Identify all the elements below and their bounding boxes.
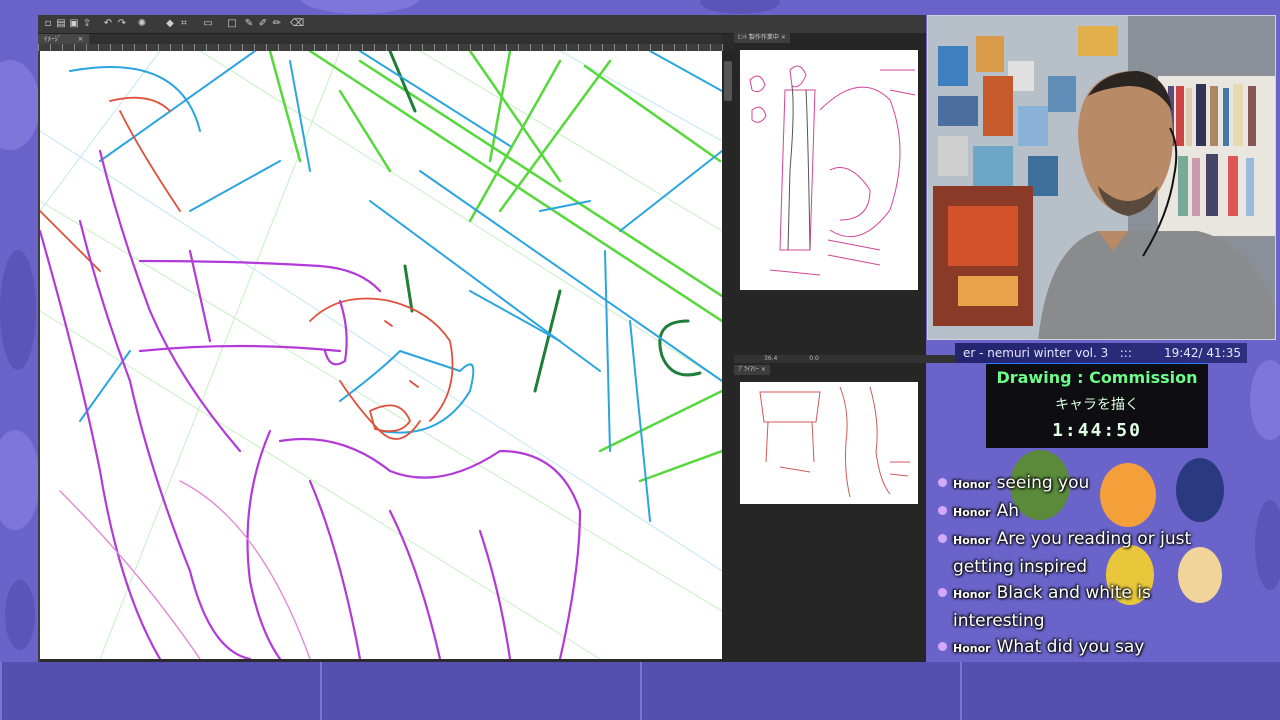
open-file-icon[interactable]: ▤ <box>55 18 67 30</box>
tab-reference-label: ﾋﾝﾄ 製作作業中 <box>738 34 779 41</box>
webcam-image <box>928 16 1275 339</box>
chat-username: Honor <box>953 642 991 655</box>
chat-text: Ah <box>996 501 1019 521</box>
drawing-canvas[interactable] <box>40 51 722 659</box>
scrollbar-thumb[interactable] <box>724 61 732 101</box>
chat-message: Honor Are you reading or just getting ins… <box>938 526 1238 580</box>
activity-label: Drawing : Commission <box>996 368 1198 387</box>
export-icon[interactable]: ⇪ <box>81 18 93 30</box>
close-icon[interactable]: × <box>78 35 84 43</box>
chat-username: Honor <box>953 506 991 519</box>
ruler-icon[interactable]: ▭ <box>202 18 214 30</box>
undo-icon[interactable]: ↶ <box>102 18 114 30</box>
chat-badge-icon <box>938 642 947 651</box>
chat-badge-icon <box>938 588 947 597</box>
pen-icon[interactable]: ✎ <box>243 18 255 30</box>
chat-username: Honor <box>953 534 991 547</box>
tab-canvas-label: ｲﾒｰｼﾞ <box>44 35 62 43</box>
angle-readout: 0.0 <box>809 355 819 362</box>
reference-panels: ﾋﾝﾄ 製作作業中 × 36.4 0.0 ﾌﾟﾗｲﾏﾘｰ × <box>734 33 956 662</box>
chat-message: Honor Black and white is interesting <box>938 580 1238 634</box>
drawing-app-window: ▫ ▤ ▣ ⇪ ↶ ↷ ✺ ◆ ⌗ ▭ □ ✎ ✐ ✏ ⌫ ｲﾒｰｼﾞ × ﾋﾝ… <box>38 15 956 662</box>
song-time: 19:42/ 41:35 <box>1163 346 1241 360</box>
chat-message: Honor seeing you <box>938 470 1238 498</box>
eraser-icon[interactable]: ⌫ <box>290 18 304 30</box>
horizontal-ruler <box>38 44 723 51</box>
chat-badge-icon <box>938 478 947 487</box>
canvas-scrollbar[interactable] <box>722 51 734 662</box>
tab-preview[interactable]: ﾌﾟﾗｲﾏﾘｰ × <box>734 365 770 375</box>
brush-icon[interactable]: ✏ <box>271 18 283 30</box>
transform-icon[interactable]: ⌗ <box>178 18 190 30</box>
song-separator: ::: <box>1119 346 1132 360</box>
tab-preview-label: ﾌﾟﾗｲﾏﾘｰ <box>738 366 760 373</box>
reference-sketch-page <box>740 50 918 290</box>
chat-text: seeing you <box>996 473 1090 493</box>
bottom-decor-band <box>0 662 1280 720</box>
preview-sketch-art <box>759 386 910 498</box>
chat-message: Honor Ah <box>938 498 1238 526</box>
selection-icon[interactable]: □ <box>226 18 238 30</box>
activity-label-jp: キャラを描く <box>1055 397 1139 413</box>
reference-sketch-art <box>749 65 916 276</box>
tab-reference[interactable]: ﾋﾝﾄ 製作作業中 × <box>734 33 790 43</box>
chat-username: Honor <box>953 478 991 491</box>
fill-icon[interactable]: ◆ <box>164 18 176 30</box>
preview-sketch-page <box>740 382 918 504</box>
sketch-artwork <box>40 51 722 659</box>
tab-canvas[interactable]: ｲﾒｰｼﾞ × <box>38 34 90 44</box>
now-playing-bar: er - nemuri winter vol. 3 ::: 19:42/ 41:… <box>955 343 1247 363</box>
zoom-readout: 36.4 <box>764 355 778 362</box>
chat-text: What did you say <box>996 637 1145 657</box>
elapsed-timer: 1:44:50 <box>1052 420 1142 441</box>
song-title: er - nemuri winter vol. 3 <box>963 346 1109 360</box>
chat-feed: Honor seeing you Honor Ah Honor Are you rea… <box>938 470 1238 662</box>
pencil-icon[interactable]: ✐ <box>257 18 269 30</box>
save-icon[interactable]: ▣ <box>68 18 80 30</box>
chat-message: Honor What did you say <box>938 634 1238 662</box>
chat-badge-icon <box>938 506 947 515</box>
reference-status-bar: 36.4 0.0 <box>734 355 956 363</box>
new-file-icon[interactable]: ▫ <box>42 18 54 30</box>
activity-timer-panel: Drawing : Commission キャラを描く 1:44:50 <box>986 363 1208 448</box>
chat-username: Honor <box>953 588 991 601</box>
webcam-feed <box>927 15 1276 340</box>
redo-icon[interactable]: ↷ <box>116 18 128 30</box>
settings-icon[interactable]: ✺ <box>136 18 148 30</box>
chat-badge-icon <box>938 534 947 543</box>
app-toolbar: ▫ ▤ ▣ ⇪ ↶ ↷ ✺ ◆ ⌗ ▭ □ ✎ ✐ ✏ ⌫ <box>38 15 926 34</box>
canvas-tabbar: ｲﾒｰｼﾞ × <box>38 34 723 44</box>
